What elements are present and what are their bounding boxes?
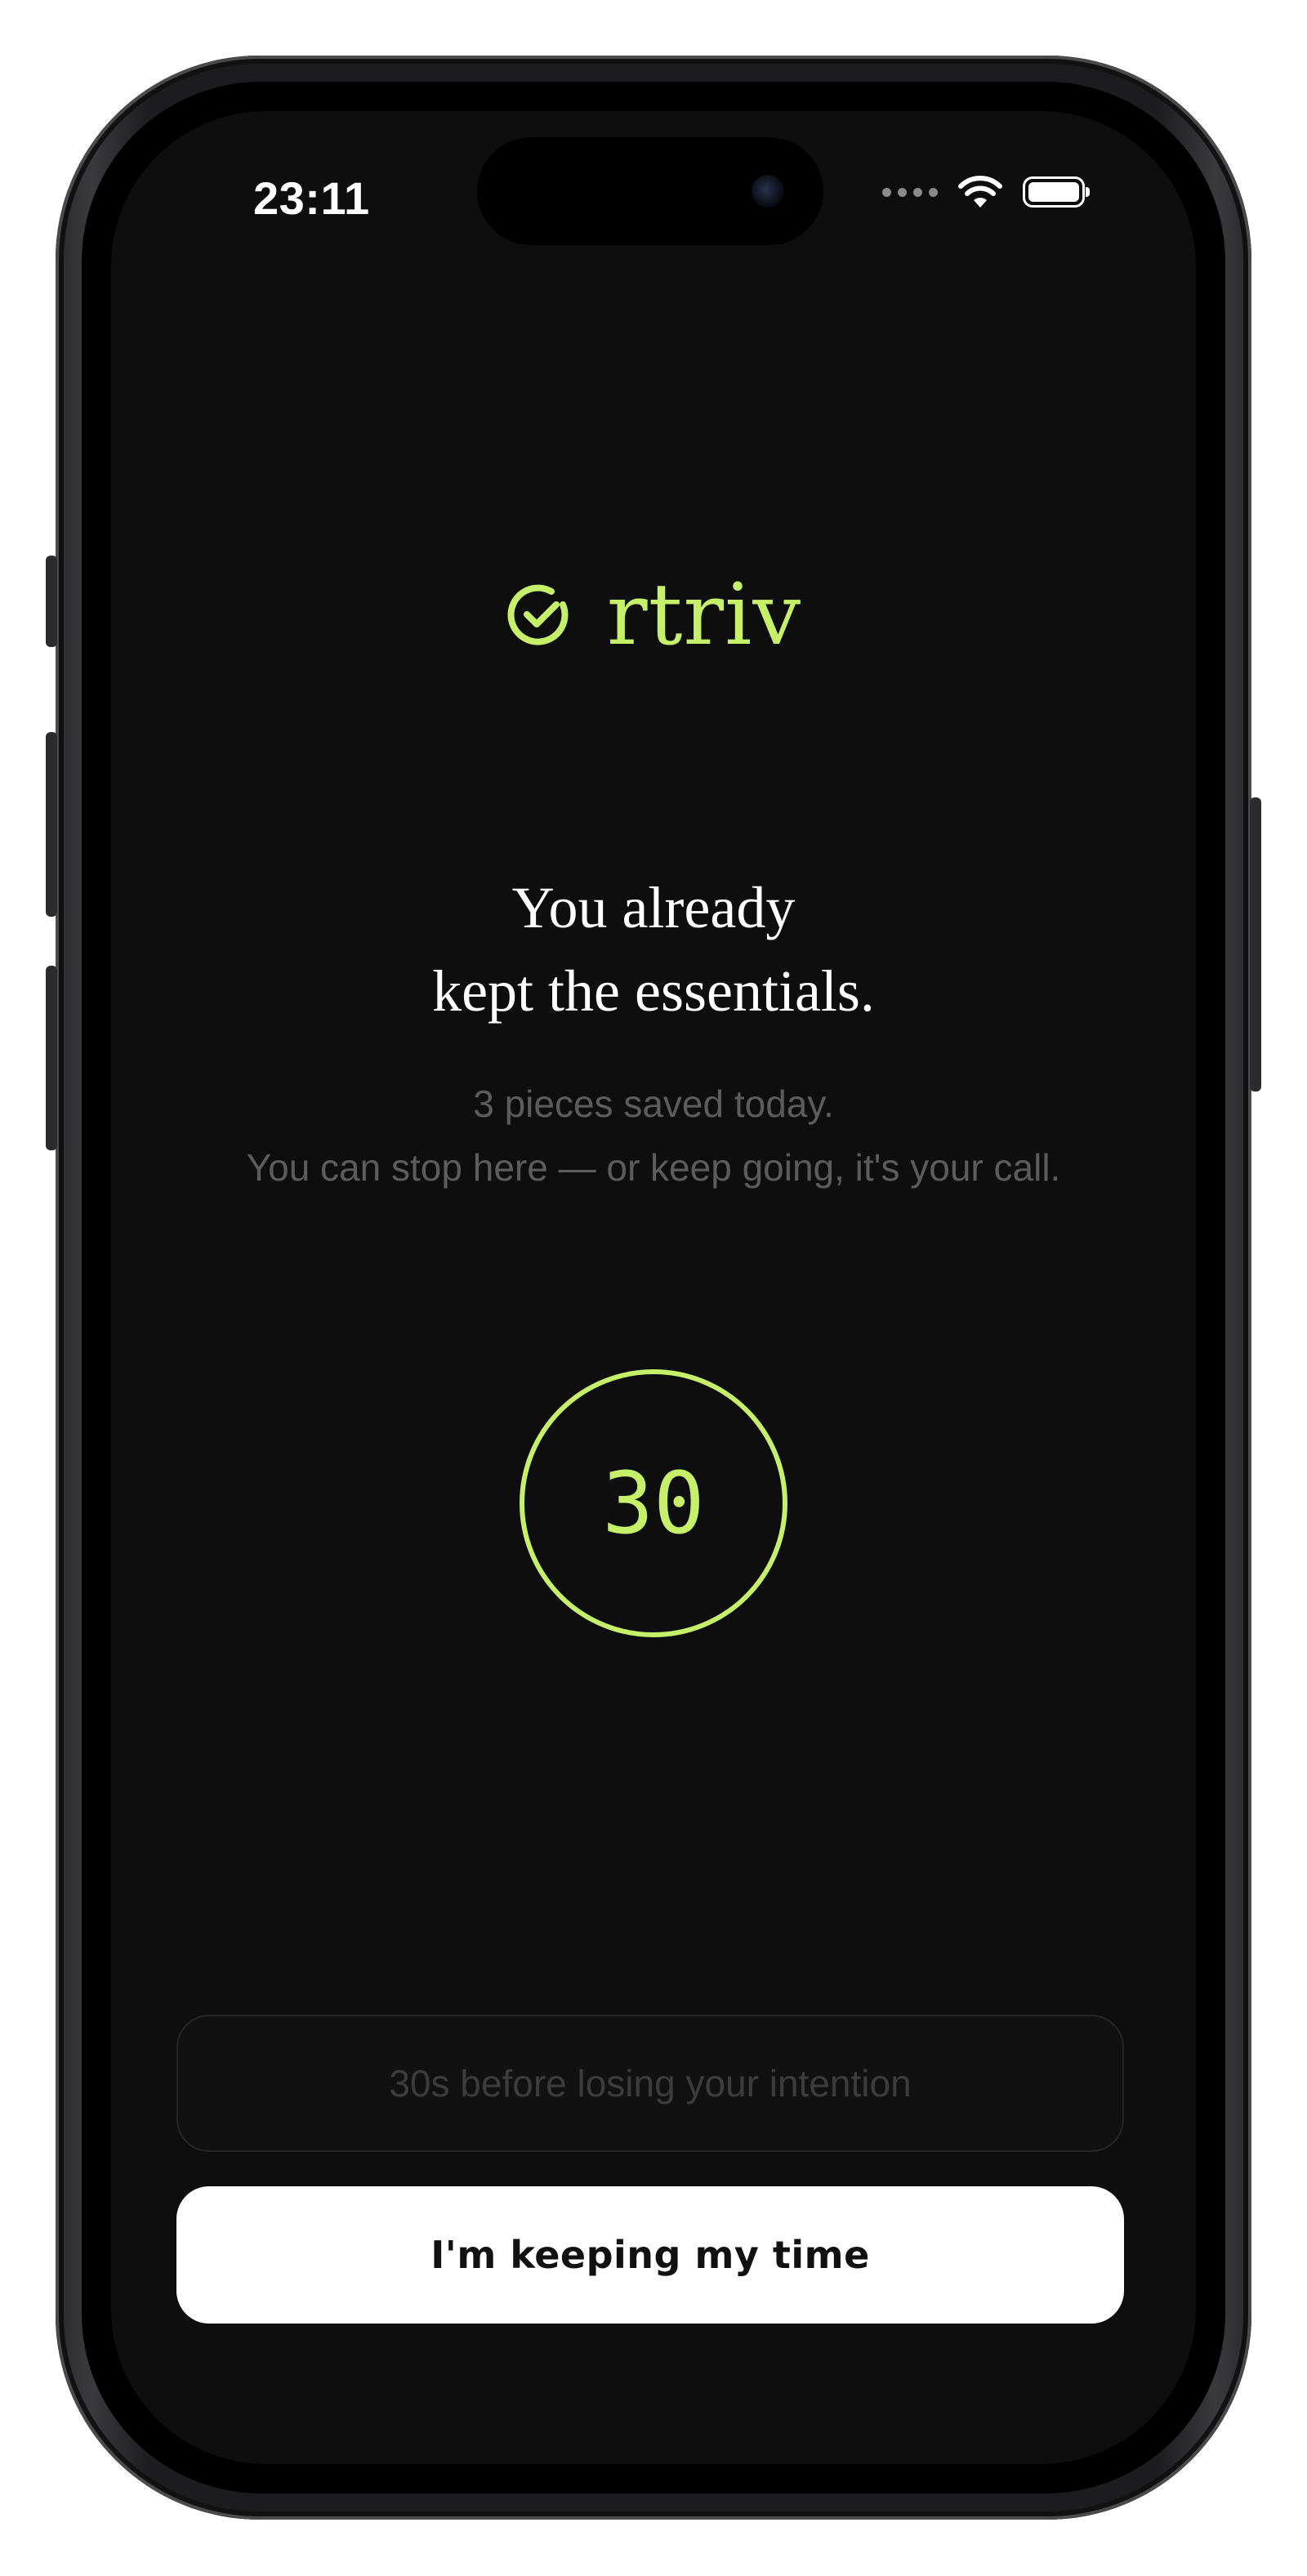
continue-countdown-button[interactable]: 30s before losing your intention <box>176 2015 1124 2152</box>
countdown-timer: 30 <box>520 1369 787 1637</box>
headline-line-2: kept the essentials. <box>432 958 875 1024</box>
keep-time-button[interactable]: I'm keeping my time <box>176 2186 1124 2324</box>
timer-value: 30 <box>602 1453 705 1553</box>
front-camera <box>752 175 784 208</box>
subtext-line-1: 3 pieces saved today. <box>473 1083 834 1125</box>
headline: You already kept the essentials. <box>0 866 1307 1033</box>
status-time: 23:11 <box>253 172 370 224</box>
brand-name: rtriv <box>606 565 802 664</box>
subtext: 3 pieces saved today. You can stop here … <box>229 1072 1078 1199</box>
cellular-signal-icon <box>882 187 938 197</box>
subtext-line-2: You can stop here — or keep going, it's … <box>246 1146 1061 1189</box>
wifi-icon <box>958 176 1002 208</box>
headline-line-1: You already <box>511 875 796 940</box>
status-indicators <box>882 175 1090 209</box>
battery-icon <box>1023 176 1090 208</box>
brand-logo: rtriv <box>0 572 1307 657</box>
check-circle-icon <box>507 584 569 645</box>
dynamic-island <box>477 137 823 245</box>
